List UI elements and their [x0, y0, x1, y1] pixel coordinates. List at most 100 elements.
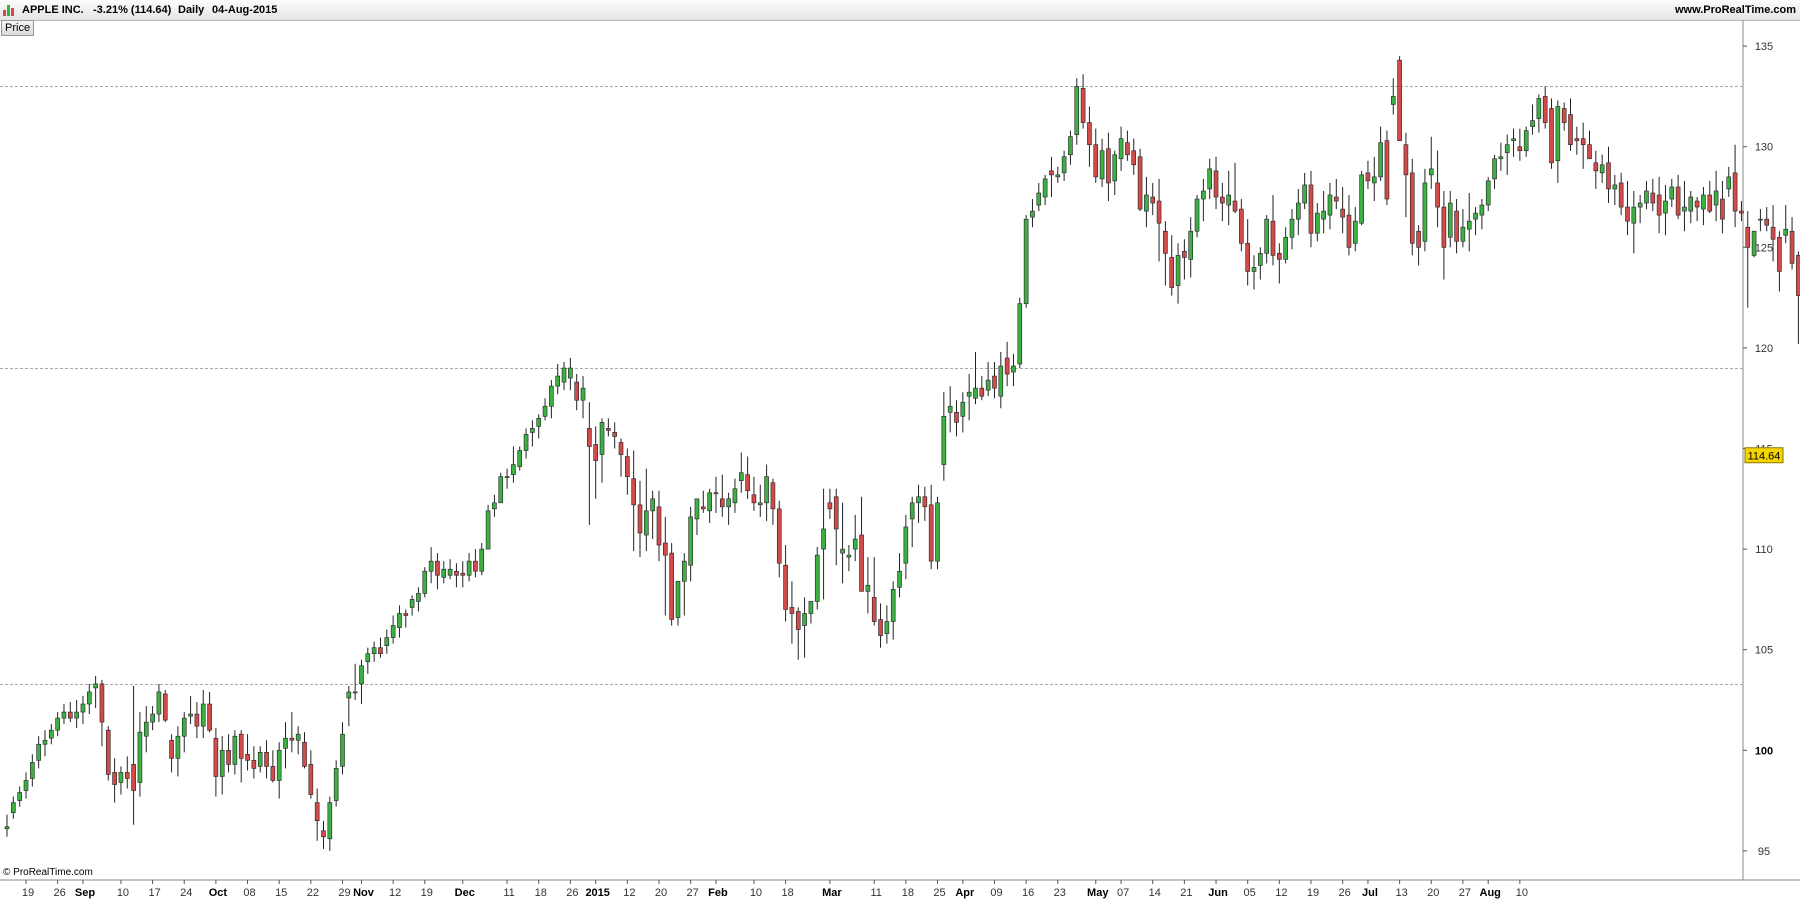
- candle: [713, 476, 719, 513]
- candle-body: [1270, 220, 1276, 256]
- candle: [745, 456, 750, 499]
- candle-body: [549, 385, 554, 407]
- candle: [36, 736, 41, 769]
- candle-body: [783, 564, 788, 610]
- candle: [738, 452, 744, 493]
- x-tick-label: 18: [902, 887, 914, 899]
- candle: [1131, 138, 1137, 175]
- x-tick-label: 29: [338, 887, 350, 899]
- candle-body: [694, 498, 700, 520]
- candle: [574, 374, 580, 411]
- candle: [1118, 126, 1124, 171]
- candle-body: [599, 422, 605, 455]
- candle: [612, 422, 617, 449]
- candle-body: [1264, 218, 1269, 254]
- candle: [935, 496, 940, 570]
- candle-body: [833, 496, 839, 530]
- candle: [359, 659, 364, 705]
- candle: [289, 712, 295, 753]
- candle: [352, 663, 358, 700]
- candle-body: [1403, 144, 1409, 176]
- copyright-text: © ProRealTime.com: [3, 867, 93, 878]
- candle-body: [656, 506, 662, 546]
- candle: [1599, 154, 1605, 183]
- candle-body: [675, 580, 681, 618]
- candle-body: [542, 405, 548, 417]
- candle-body: [808, 601, 814, 614]
- candle-body: [814, 554, 820, 602]
- candle-body: [1308, 184, 1314, 234]
- candle-body: [479, 548, 485, 572]
- candle-body: [1365, 172, 1371, 182]
- x-tick-label: 23: [1054, 887, 1066, 899]
- candle: [947, 386, 953, 433]
- candle-body: [859, 534, 864, 592]
- candle-body: [1156, 200, 1162, 224]
- candle: [1036, 182, 1042, 212]
- candle-body: [352, 691, 358, 694]
- candle-body: [625, 456, 630, 477]
- candle-body: [1321, 210, 1326, 220]
- candle-body: [795, 611, 801, 630]
- candle: [1239, 199, 1244, 252]
- candle: [68, 702, 73, 723]
- candle: [1764, 207, 1770, 232]
- candle-body: [1625, 206, 1630, 222]
- candle-body: [409, 599, 415, 608]
- candle: [1264, 215, 1269, 264]
- candle-body: [162, 693, 168, 721]
- candle-body: [1194, 198, 1200, 232]
- candle: [1359, 170, 1364, 226]
- candle-body: [890, 589, 896, 622]
- candle: [346, 685, 352, 727]
- x-tick-label: Oct: [209, 887, 228, 899]
- candle: [1365, 160, 1371, 189]
- candle: [776, 500, 782, 578]
- candle-body: [1789, 230, 1795, 264]
- candle: [1758, 209, 1763, 232]
- x-tick-label: 26: [1339, 887, 1351, 899]
- candle: [536, 414, 542, 439]
- candle-body: [1258, 253, 1263, 266]
- candle-body: [878, 619, 883, 636]
- candle-body: [340, 733, 345, 767]
- x-tick-label: 27: [1459, 887, 1471, 899]
- candle-body: [688, 516, 693, 566]
- candle-body: [1232, 200, 1238, 212]
- x-tick-label: Aug: [1480, 887, 1501, 899]
- candle: [314, 788, 320, 841]
- candle: [1694, 197, 1700, 222]
- candle: [1245, 219, 1250, 286]
- candle: [593, 426, 598, 499]
- candle: [257, 746, 263, 773]
- candle: [1378, 126, 1383, 181]
- candle-body: [1644, 190, 1649, 204]
- candle: [1720, 180, 1725, 234]
- candle: [1789, 217, 1795, 270]
- candle: [276, 742, 282, 799]
- candle-body: [1061, 156, 1067, 174]
- candle-body: [916, 496, 921, 504]
- candle-body: [200, 703, 206, 727]
- candle: [1441, 190, 1447, 280]
- candle: [852, 514, 858, 562]
- candle: [1688, 190, 1694, 224]
- candle-body: [283, 737, 288, 749]
- candle-body: [985, 379, 991, 391]
- candle: [808, 601, 814, 624]
- candle: [884, 605, 890, 644]
- candle: [270, 750, 276, 783]
- candle-body: [941, 416, 947, 465]
- candle-body: [156, 691, 162, 715]
- candle-body: [1334, 196, 1339, 202]
- candle: [1777, 231, 1782, 292]
- candle: [105, 726, 111, 781]
- x-tick-label: Sep: [75, 887, 95, 899]
- candle-body: [1618, 182, 1624, 208]
- candle: [757, 484, 763, 517]
- candle: [11, 796, 16, 819]
- x-tick-label: Apr: [955, 887, 975, 899]
- candle-body: [1302, 184, 1307, 204]
- x-tick-label: 2015: [585, 887, 609, 899]
- candle-body: [618, 442, 624, 455]
